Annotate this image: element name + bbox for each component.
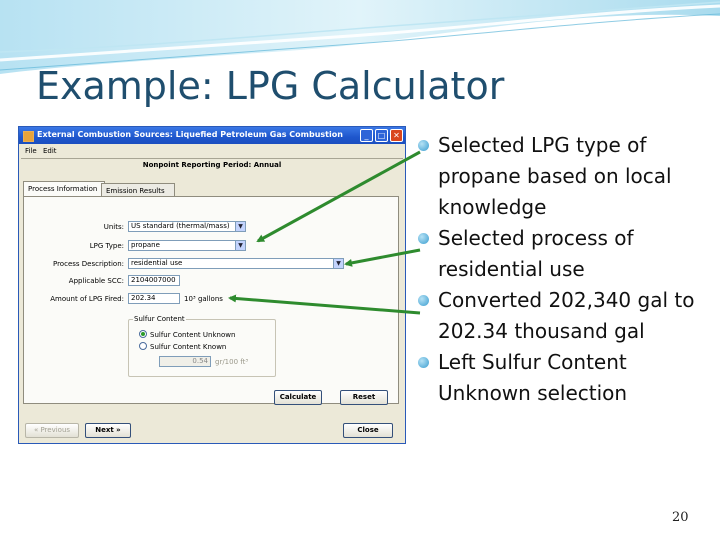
page-number: 20	[672, 510, 689, 525]
arrow-lpg-type	[256, 150, 421, 243]
callout-arrows	[228, 150, 421, 315]
slide: Example: LPG Calculator External Combust…	[0, 0, 720, 540]
arrow-process	[344, 248, 421, 267]
arrow-amount	[228, 294, 421, 315]
